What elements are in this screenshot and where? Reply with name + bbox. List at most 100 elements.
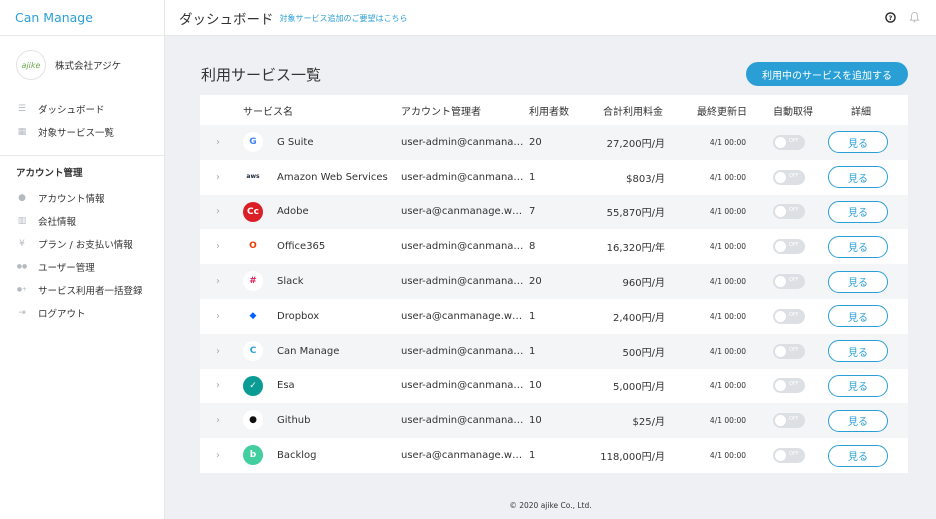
last-updated: 4/1 00:00 bbox=[709, 451, 746, 461]
sidebar-item-2[interactable]: ▦ 対象サービス一覧 bbox=[0, 120, 164, 143]
github-icon: ● bbox=[243, 410, 263, 431]
company-name: 株式会社アジケ bbox=[55, 61, 122, 72]
auto-fetch-toggle[interactable]: OFF bbox=[773, 448, 805, 464]
logout-icon: ⇥ bbox=[18, 307, 26, 318]
table-row: › O Office365 user-admin@canmanage.work 8 16,… bbox=[200, 229, 908, 265]
user-count: 10 bbox=[529, 380, 542, 392]
office365-icon: O bbox=[243, 236, 263, 257]
account-admin: user-admin@canmanage.work bbox=[401, 415, 525, 427]
auto-fetch-toggle[interactable]: OFF bbox=[773, 378, 805, 394]
total-price: 27,200円/月 bbox=[606, 138, 665, 150]
chevron-right-icon[interactable]: › bbox=[216, 229, 220, 264]
view-detail-button[interactable]: 見る bbox=[828, 340, 888, 363]
brand-logo[interactable]: Can Manage bbox=[0, 0, 164, 36]
last-updated: 4/1 00:00 bbox=[709, 416, 746, 426]
sidebar-item-3[interactable]: ¥ プラン / お支払い情報 bbox=[0, 232, 164, 255]
company-info: ajike 株式会社アジケ bbox=[0, 36, 164, 94]
account-admin: user-a@canmanage.work bbox=[401, 310, 525, 322]
table-row: › G G Suite user-admin@canmanage.work 20 27,2… bbox=[200, 125, 908, 160]
footer-copyright: © 2020 ajike Co., Ltd. bbox=[509, 501, 592, 510]
table-row: › C Can Manage user-admin@canmanage.work 1 50… bbox=[200, 333, 908, 369]
auto-fetch-toggle[interactable]: OFF bbox=[773, 413, 805, 429]
total-price: $25/月 bbox=[632, 417, 665, 429]
chevron-right-icon[interactable]: › bbox=[216, 160, 220, 195]
auto-fetch-toggle[interactable]: OFF bbox=[773, 274, 805, 290]
service-name: Esa bbox=[277, 380, 295, 392]
col-updated: 最終更新日 bbox=[697, 106, 747, 118]
chevron-right-icon[interactable]: › bbox=[216, 403, 220, 438]
user-count: 1 bbox=[529, 450, 536, 462]
service-name: Adobe bbox=[277, 206, 309, 218]
sidebar: Can Manage ajike 株式会社アジケ ☰ ダッシュボード ▦ 対象サービス… bbox=[0, 0, 165, 519]
chevron-right-icon[interactable]: › bbox=[216, 369, 220, 404]
adobe-icon: Cc bbox=[243, 201, 263, 222]
total-price: 5,000円/月 bbox=[613, 382, 665, 394]
account-admin: user-admin@canmanage.work bbox=[401, 241, 525, 253]
account-admin: user-a@canmanage.work bbox=[401, 450, 525, 462]
sidebar-item-5[interactable]: ●+ サービス利用者一括登録 bbox=[0, 278, 164, 301]
sidebar-item-1[interactable]: ☰ ダッシュボード bbox=[0, 97, 164, 120]
bell-icon[interactable] bbox=[908, 11, 920, 23]
account-admin: user-admin@canmanage.work bbox=[401, 276, 525, 288]
esa-icon: ✓ bbox=[243, 375, 263, 396]
sidebar-item-4[interactable]: ●● ユーザー管理 bbox=[0, 255, 164, 278]
view-detail-button[interactable]: 見る bbox=[828, 444, 888, 467]
chevron-right-icon[interactable]: › bbox=[216, 299, 220, 334]
user-count: 7 bbox=[529, 206, 536, 218]
add-service-button[interactable]: 利用中のサービスを追加する bbox=[746, 62, 908, 86]
sidebar-item-6[interactable]: ⇥ ログアウト bbox=[0, 301, 164, 324]
chevron-right-icon[interactable]: › bbox=[216, 438, 220, 473]
page-header-title: ダッシュボード bbox=[179, 11, 274, 28]
user-icon: ● bbox=[18, 192, 26, 203]
company-logo: ajike bbox=[16, 50, 46, 80]
last-updated: 4/1 00:00 bbox=[709, 381, 746, 391]
view-detail-button[interactable]: 見る bbox=[828, 374, 888, 397]
user-count: 8 bbox=[529, 241, 536, 253]
service-request-link[interactable]: 対象サービス追加のご要望はこちら bbox=[280, 13, 408, 24]
service-name: Backlog bbox=[277, 450, 317, 462]
sidebar-item-1[interactable]: ● アカウント情報 bbox=[0, 186, 164, 209]
total-price: $803/月 bbox=[626, 173, 665, 185]
auto-fetch-toggle[interactable]: OFF bbox=[773, 169, 805, 185]
col-service: サービス名 bbox=[243, 106, 293, 118]
chevron-right-icon[interactable]: › bbox=[216, 195, 220, 230]
auto-fetch-toggle[interactable]: OFF bbox=[773, 239, 805, 255]
view-detail-button[interactable]: 見る bbox=[828, 166, 888, 189]
service-name: Can Manage bbox=[277, 345, 340, 357]
user-count: 10 bbox=[529, 415, 542, 427]
service-name: Office365 bbox=[277, 241, 326, 253]
sidebar-item-label: 対象サービス一覧 bbox=[38, 127, 115, 139]
account-admin: user-admin@canmanage.work bbox=[401, 136, 525, 148]
sidebar-item-label: ログアウト bbox=[38, 308, 86, 320]
view-detail-button[interactable]: 見る bbox=[828, 305, 888, 328]
services-table: サービス名 アカウント管理者 利用者数 合計利用料金 最終更新日 自動取得 詳細… bbox=[200, 95, 908, 473]
chevron-right-icon[interactable]: › bbox=[216, 334, 220, 369]
total-price: 500円/月 bbox=[622, 347, 665, 359]
sidebar-divider bbox=[0, 155, 164, 156]
col-admin: アカウント管理者 bbox=[401, 106, 481, 118]
total-price: 118,000円/月 bbox=[600, 452, 665, 464]
account-section-title: アカウント管理 bbox=[16, 168, 83, 179]
auto-fetch-toggle[interactable]: OFF bbox=[773, 134, 805, 150]
sidebar-item-2[interactable]: ▥ 会社情報 bbox=[0, 209, 164, 232]
service-name: Amazon Web Services bbox=[277, 171, 388, 183]
sidebar-item-label: アカウント情報 bbox=[38, 193, 105, 205]
last-updated: 4/1 00:00 bbox=[709, 137, 746, 147]
sidebar-item-label: 会社情報 bbox=[38, 216, 77, 228]
view-detail-button[interactable]: 見る bbox=[828, 200, 888, 223]
view-detail-button[interactable]: 見る bbox=[828, 131, 888, 154]
sidebar-item-label: プラン / お支払い情報 bbox=[38, 239, 133, 251]
auto-fetch-toggle[interactable]: OFF bbox=[773, 308, 805, 324]
main-nav: ☰ ダッシュボード ▦ 対象サービス一覧 bbox=[0, 94, 164, 143]
view-detail-button[interactable]: 見る bbox=[828, 409, 888, 432]
view-detail-button[interactable]: 見る bbox=[828, 270, 888, 293]
help-icon[interactable]: ? bbox=[884, 11, 896, 23]
chevron-right-icon[interactable]: › bbox=[216, 264, 220, 299]
auto-fetch-toggle[interactable]: OFF bbox=[773, 343, 805, 359]
view-detail-button[interactable]: 見る bbox=[828, 235, 888, 258]
chevron-right-icon[interactable]: › bbox=[216, 125, 220, 160]
user-count: 1 bbox=[529, 345, 536, 357]
sidebar-item-label: ユーザー管理 bbox=[38, 262, 95, 274]
last-updated: 4/1 00:00 bbox=[709, 207, 746, 217]
auto-fetch-toggle[interactable]: OFF bbox=[773, 204, 805, 220]
